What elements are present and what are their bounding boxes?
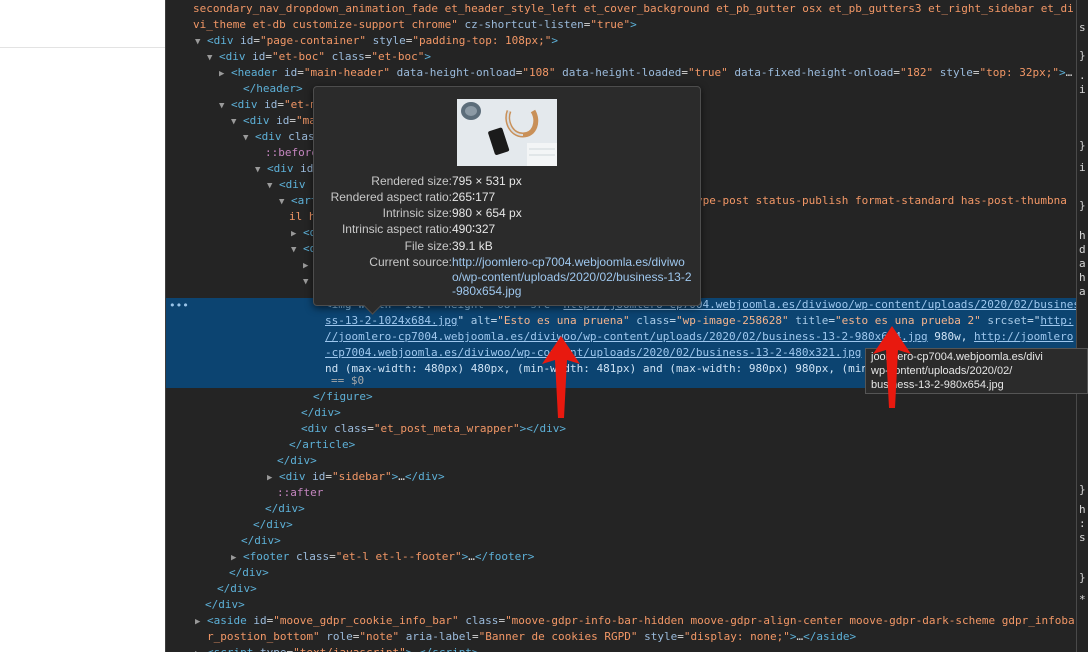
styles-fragment: s <box>1079 531 1086 544</box>
styles-fragment: i <box>1079 83 1086 96</box>
dom-node-et-boc[interactable]: ▼ <div id="et-boc" class="et-boc"> <box>207 49 431 65</box>
code-line: ype-post status-publish format-standard … <box>696 194 1067 207</box>
tooltip-row-file-size: File size: 39.1 kB <box>404 239 493 253</box>
dollar-zero-marker: == $0 <box>331 374 365 387</box>
dom-node-script[interactable]: ▶<script type="text/javascript">…</scrip… <box>195 645 479 652</box>
code-line: secondary_nav_dropdown_animation_fade et… <box>193 2 1074 15</box>
code-line: </div> <box>229 566 269 579</box>
code-line: </div> <box>301 406 341 419</box>
styles-fragment: * <box>1079 593 1086 606</box>
code-line: </header> <box>243 82 303 95</box>
code-line: r_postion_bottom" role="note" aria-label… <box>207 630 857 643</box>
dom-node-gdpr-bar[interactable]: ▶ <aside id="moove_gdpr_cookie_info_bar" … <box>195 613 1075 629</box>
dom-node-left-area[interactable]: ▼<div i <box>267 177 319 193</box>
page-header-divider <box>0 47 165 48</box>
code-line: ::after <box>277 486 324 499</box>
webpage-viewport <box>0 0 165 652</box>
styles-fragment: a <box>1079 285 1086 298</box>
tooltip-row-intrinsic-size: Intrinsic size: 980 × 654 px <box>382 206 522 220</box>
annotation-arrow-up-icon <box>542 336 580 418</box>
code-line: vi_theme et-db customize-support chrome"… <box>193 18 637 31</box>
styles-fragment: i <box>1079 161 1086 174</box>
code-line: </div> <box>205 598 245 611</box>
dom-node-main-header[interactable]: ▶ <header id="main-header" data-height-on… <box>219 65 1072 81</box>
code-line: </article> <box>289 438 356 451</box>
dom-node-main-content[interactable]: ▼ <div id="ma <box>231 113 316 129</box>
code-line: </figure> <box>313 390 373 403</box>
dom-node-footer[interactable]: ▶ <footer class="et-l et-l--footer">…</fo… <box>231 549 534 565</box>
selected-node-line[interactable]: ss-13-2-1024x684.jpg" alt="Esto es una p… <box>325 313 1073 329</box>
dom-node-article[interactable]: ▼ <art <box>279 193 318 209</box>
image-preview-tooltip: Rendered size: 795 × 531 px Rendered asp… <box>313 86 701 315</box>
code-line: </div> <box>241 534 281 547</box>
code-line: </div> <box>217 582 257 595</box>
dom-node-sidebar[interactable]: ▶ <div id="sidebar">…</div> <box>267 469 445 485</box>
styles-fragment: } <box>1079 571 1086 584</box>
dom-node-page-container[interactable]: ▼ <div id="page-container" style="padding… <box>195 33 558 49</box>
styles-fragment: } <box>1079 139 1086 152</box>
selected-node-line[interactable]: //joomlero-cp7004.webjoomla.es/diviwoo/w… <box>325 329 1073 345</box>
styles-fragment: s <box>1079 21 1086 34</box>
styles-fragment: } <box>1079 199 1086 212</box>
current-source-link[interactable]: http://joomlero-cp7004.webjoomla.es/divi… <box>452 255 692 299</box>
dom-node-et-main-area[interactable]: ▼ <div id="et-m <box>219 97 317 113</box>
code-line: ::before <box>265 146 318 159</box>
dom-node-content-area[interactable]: ▼<div id= <box>255 161 320 177</box>
styles-fragment: } <box>1079 483 1086 496</box>
tooltip-row-rendered-size: Rendered size: 795 × 531 px <box>371 174 522 188</box>
tooltip-row-intrinsic-aspect: Intrinsic aspect ratio: 490∶327 <box>341 222 496 236</box>
code-line: il h <box>289 210 316 223</box>
code-line: </div> <box>277 454 317 467</box>
code-line: </div> <box>253 518 293 531</box>
tooltip-row-rendered-aspect: Rendered aspect ratio: 265∶177 <box>330 190 496 204</box>
dom-node-container[interactable]: ▼ <div clas <box>243 129 315 145</box>
styles-pane[interactable]: s } . i } i } h d a h a } h : s } * <box>1077 0 1088 652</box>
styles-fragment: } <box>1079 49 1086 62</box>
code-line: </div> <box>265 502 305 515</box>
annotation-arrow-up-icon <box>873 326 911 408</box>
dom-node-post-meta-wrapper[interactable]: <div class="et_post_meta_wrapper"></div> <box>301 421 566 437</box>
image-thumbnail <box>457 99 557 166</box>
node-actions-ellipsis[interactable]: ••• <box>169 299 189 313</box>
